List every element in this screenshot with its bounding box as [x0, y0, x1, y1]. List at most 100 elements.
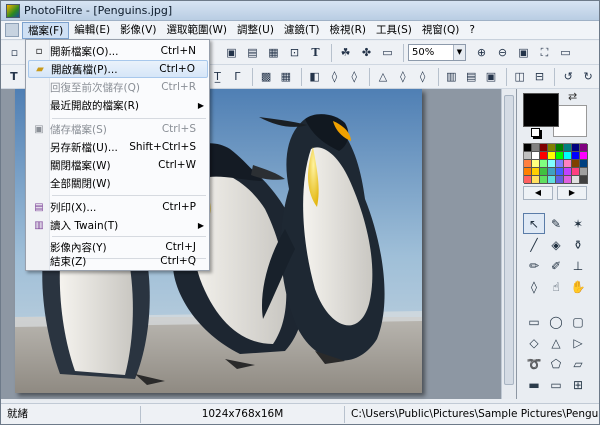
palette-swatch[interactable]	[532, 168, 540, 176]
palette-swatch[interactable]	[564, 152, 572, 160]
pointer-tool-icon[interactable]: ↖	[523, 213, 545, 234]
palette-swatch[interactable]	[540, 152, 548, 160]
palette-swatch[interactable]	[564, 144, 572, 152]
palette-swatch[interactable]	[564, 176, 572, 184]
palette-swatch[interactable]	[540, 160, 548, 168]
grayscale-icon[interactable]: ▣	[482, 67, 500, 86]
flip-horizontal-icon[interactable]: ◫	[511, 67, 529, 86]
menu-item-new-file[interactable]: ▫ 開新檔案(O)... Ctrl+N	[28, 42, 208, 60]
palette-swatch[interactable]	[556, 168, 564, 176]
triangle-right-shape-icon[interactable]: ▷	[567, 332, 589, 353]
text-tool-icon[interactable]: T	[5, 67, 23, 86]
menu-help[interactable]: ?	[464, 22, 480, 39]
palette-swatch[interactable]	[540, 176, 548, 184]
diamond-shape-icon[interactable]: ◇	[523, 332, 545, 353]
advanced-brush-tool-icon[interactable]: ✐	[545, 255, 567, 276]
magic-wand-tool-icon[interactable]: ✶	[567, 213, 589, 234]
palette-swatch[interactable]	[532, 152, 540, 160]
palette-swatch[interactable]	[572, 176, 580, 184]
browser-icon[interactable]: ▭	[378, 43, 397, 62]
blur-icon[interactable]: ◊	[414, 67, 432, 86]
triangle-icon[interactable]: △	[374, 67, 392, 86]
gradient-icon[interactable]: ▤	[462, 67, 480, 86]
ellipse-shape-icon[interactable]: ◯	[545, 311, 567, 332]
hand-tool-icon[interactable]: ✋	[567, 276, 589, 297]
scrollbar-thumb[interactable]	[504, 95, 514, 385]
menu-item-recent-files[interactable]: 最近開啟的檔案(R) ▶	[28, 96, 208, 114]
menu-selection[interactable]: 選取範圍(W)	[161, 22, 232, 39]
chevron-down-icon[interactable]: ▼	[453, 45, 465, 60]
filter-icon[interactable]: ☘	[336, 43, 355, 62]
fill-mode-icon[interactable]: ▬	[523, 374, 545, 395]
colors-icon[interactable]: ▥	[442, 67, 460, 86]
menu-item-exit[interactable]: 結束(Z) Ctrl+Q	[28, 252, 208, 270]
zoom-select[interactable]: 50% ▼	[408, 44, 466, 61]
contrast-icon[interactable]: ◧	[306, 67, 324, 86]
text-effect-2-icon[interactable]: Γ	[228, 67, 246, 86]
pattern-icon[interactable]: ▦	[277, 67, 295, 86]
blur-tool-icon[interactable]: ◊	[523, 276, 545, 297]
open-shape-icon[interactable]: ▱	[567, 353, 589, 374]
palette-swatch[interactable]	[548, 168, 556, 176]
palette-swatch[interactable]	[580, 144, 588, 152]
drop-icon[interactable]: ◊	[326, 67, 344, 86]
menu-item-save[interactable]: ▣ 儲存檔案(S) Ctrl+S	[28, 120, 208, 138]
smudge-tool-icon[interactable]: ☝	[545, 276, 567, 297]
text-effect-icon[interactable]: T̲	[209, 67, 227, 86]
eyedropper-tool-icon[interactable]: ✎	[545, 213, 567, 234]
menu-item-close[interactable]: 關閉檔案(W) Ctrl+W	[28, 156, 208, 174]
palette-swatch[interactable]	[548, 176, 556, 184]
new-file-icon[interactable]: ▫	[5, 43, 24, 62]
default-colors-icon[interactable]	[531, 128, 540, 137]
palette-prev-icon[interactable]: ◀	[523, 186, 553, 200]
menu-file[interactable]: 檔案(F)	[22, 21, 70, 39]
palette-swatch[interactable]	[532, 160, 540, 168]
zoom-in-icon[interactable]: ⊕	[472, 43, 491, 62]
palette-next-icon[interactable]: ▶	[557, 186, 587, 200]
fullscreen-icon[interactable]: ▭	[556, 43, 575, 62]
text-icon[interactable]: T	[306, 43, 325, 62]
spray-tool-icon[interactable]: ⚱	[567, 234, 589, 255]
rectangle-shape-icon[interactable]: ▭	[523, 311, 545, 332]
palette-swatch[interactable]	[572, 144, 580, 152]
fit-window-icon[interactable]: ⛶	[535, 43, 554, 62]
menu-item-open[interactable]: ▰ 開啟舊檔(P)... Ctrl+O	[28, 60, 208, 78]
color-palette[interactable]	[523, 143, 588, 184]
palette-swatch[interactable]	[540, 168, 548, 176]
palette-swatch[interactable]	[548, 160, 556, 168]
palette-swatch[interactable]	[564, 168, 572, 176]
polygon-shape-icon[interactable]: ⬠	[545, 353, 567, 374]
palette-swatch[interactable]	[556, 144, 564, 152]
palette-swatch[interactable]	[548, 152, 556, 160]
menu-image[interactable]: 影像(V)	[115, 22, 161, 39]
stamp-tool-icon[interactable]: ⊥	[567, 255, 589, 276]
palette-swatch[interactable]	[532, 176, 540, 184]
line-tool-icon[interactable]: ╱	[523, 234, 545, 255]
menu-tools[interactable]: 工具(S)	[371, 22, 417, 39]
crop-icon[interactable]: ⊡	[285, 43, 304, 62]
menu-filter[interactable]: 濾鏡(T)	[279, 22, 325, 39]
palette-swatch[interactable]	[540, 144, 548, 152]
palette-swatch[interactable]	[572, 168, 580, 176]
outline-mode-icon[interactable]: ▭	[545, 374, 567, 395]
grid-icon[interactable]: ▩	[257, 67, 275, 86]
palette-swatch[interactable]	[524, 160, 532, 168]
palette-swatch[interactable]	[580, 160, 588, 168]
image-icon[interactable]: ▦	[264, 43, 283, 62]
ratio-mode-icon[interactable]: ⊞	[567, 374, 589, 395]
menu-item-print[interactable]: ▤ 列印(X)... Ctrl+P	[28, 198, 208, 216]
palette-swatch[interactable]	[524, 168, 532, 176]
menu-window[interactable]: 視窗(Q)	[417, 22, 464, 39]
foreground-color-swatch[interactable]	[523, 93, 559, 127]
palette-swatch[interactable]	[556, 160, 564, 168]
brush-tool-icon[interactable]: ✏	[523, 255, 545, 276]
zoom-out-icon[interactable]: ⊖	[493, 43, 512, 62]
palette-swatch[interactable]	[580, 176, 588, 184]
drop-2-icon[interactable]: ◊	[345, 67, 363, 86]
plugin-icon[interactable]: ✤	[357, 43, 376, 62]
actual-size-icon[interactable]: ▣	[514, 43, 533, 62]
palette-swatch[interactable]	[556, 176, 564, 184]
menu-adjust[interactable]: 調整(U)	[232, 22, 279, 39]
palette-swatch[interactable]	[580, 168, 588, 176]
palette-swatch[interactable]	[532, 144, 540, 152]
